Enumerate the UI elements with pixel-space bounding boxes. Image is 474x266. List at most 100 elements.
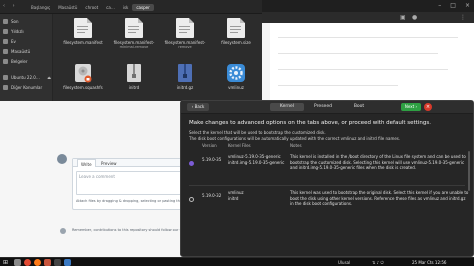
sidebar-item-label: Yıldızlı bbox=[11, 28, 24, 34]
tab-write[interactable]: Write bbox=[77, 159, 96, 167]
kernel-row[interactable]: 5.19.0-35 vmlinuz-5.19.0-35-generic init… bbox=[189, 151, 469, 184]
plus-icon bbox=[3, 84, 8, 90]
sidebar-item-home[interactable]: Ev bbox=[3, 37, 51, 45]
file-item[interactable]: filesystem.size bbox=[214, 18, 258, 45]
system-tray[interactable]: ⇅ ♪ ⏻ bbox=[372, 260, 384, 265]
file-item[interactable]: vmlinuz bbox=[214, 63, 258, 90]
chrome-icon[interactable] bbox=[24, 259, 31, 266]
home-icon bbox=[3, 38, 8, 44]
avatar bbox=[57, 154, 67, 164]
breadcrumb-casper[interactable]: casper bbox=[132, 3, 154, 11]
volume-icon[interactable]: ♪ bbox=[377, 260, 380, 265]
file-item[interactable]: initrd bbox=[112, 63, 156, 90]
kernel-version: 5.19.0-32 bbox=[202, 193, 222, 198]
next-button[interactable]: Next › bbox=[401, 103, 421, 111]
breadcrumb-ca[interactable]: ca… bbox=[102, 5, 119, 10]
window-controls: – □ × bbox=[438, 2, 470, 9]
firefox-icon[interactable] bbox=[34, 259, 41, 266]
extensions-icon[interactable]: ▣ bbox=[400, 14, 406, 21]
sidebar-item-label: Diğer Konumlar bbox=[11, 84, 43, 90]
dialog-instruction-2: The disk boot configurations will be aut… bbox=[189, 136, 401, 141]
breadcrumb-isk[interactable]: isk bbox=[119, 5, 133, 10]
menu-icon[interactable]: ⋮ bbox=[460, 14, 466, 21]
kernel-radio-selected[interactable] bbox=[189, 161, 194, 166]
back-icon[interactable]: ‹ bbox=[3, 3, 5, 9]
sidebar-item-ubuntu-disk[interactable]: Ubuntu 22.0… ⏏ bbox=[3, 73, 51, 81]
breadcrumb-chroot[interactable]: chroot bbox=[81, 5, 102, 10]
network-icon[interactable]: ⇅ bbox=[372, 260, 375, 265]
scrollbar[interactable] bbox=[468, 151, 470, 191]
dialog-header-bar: ‹ Back Kernel Preseed Boot Next › × bbox=[181, 101, 473, 114]
sidebar-item-starred[interactable]: Yıldızlı bbox=[3, 27, 51, 35]
text-file-icon bbox=[176, 18, 194, 38]
disc-icon bbox=[3, 74, 8, 80]
forward-icon[interactable]: › bbox=[13, 3, 15, 9]
files-icon[interactable] bbox=[14, 259, 21, 266]
sidebar-item-label: Belgeler bbox=[11, 58, 28, 64]
sidebar-item-desktop[interactable]: Masaüstü bbox=[3, 47, 51, 55]
breadcrumb-desktop[interactable]: Masaüstü bbox=[54, 5, 81, 10]
file-name: initrd bbox=[128, 85, 140, 90]
desktop-icon bbox=[3, 48, 8, 54]
file-manager-header: ‹ › Başlangıç Masaüstü chroot ca… isk ca… bbox=[0, 0, 262, 14]
sidebar-item-label: Son bbox=[11, 18, 19, 24]
sidebar-item-other-locations[interactable]: Diğer Konumlar bbox=[3, 83, 51, 91]
tab-preview[interactable]: Preview bbox=[101, 161, 117, 166]
breadcrumb: Başlangıç Masaüstü chroot ca… isk casper bbox=[27, 3, 154, 11]
app-icon[interactable] bbox=[44, 259, 51, 266]
sidebar-item-documents[interactable]: Belgeler bbox=[3, 57, 51, 65]
minimize-icon[interactable]: – bbox=[438, 2, 441, 9]
maximize-icon[interactable]: □ bbox=[450, 2, 456, 9]
attach-hint[interactable]: Attach files by dragging & dropping, sel… bbox=[76, 199, 187, 203]
dialog-heading: Make changes to advanced options on the … bbox=[189, 120, 431, 126]
tab-boot[interactable]: Boot bbox=[342, 103, 376, 111]
initrd-file: initrd.img-5.19.0-35-generic bbox=[228, 160, 285, 165]
start-menu-icon[interactable]: ⊞ bbox=[3, 259, 8, 266]
file-name: filesystem.size bbox=[221, 40, 251, 45]
tab-kernel[interactable]: Kernel bbox=[270, 103, 304, 111]
gz-archive-icon bbox=[177, 63, 193, 83]
terminal-icon[interactable] bbox=[54, 259, 61, 266]
row-divider bbox=[189, 185, 465, 186]
comment-editor: Write Preview Leave a comment Attach fil… bbox=[72, 158, 190, 210]
file-item[interactable]: filesystem.manifest- minimal-remove bbox=[112, 18, 156, 49]
file-name: filesystem.squashfs bbox=[63, 85, 103, 90]
file-item[interactable]: initrd.gz bbox=[163, 63, 207, 90]
close-icon[interactable]: × bbox=[424, 103, 432, 111]
comment-textarea[interactable]: Leave a comment bbox=[76, 171, 186, 195]
file-name-cont: remove bbox=[178, 45, 192, 49]
file-item[interactable]: filesystem.squashfs bbox=[61, 63, 105, 90]
kernel-version: 5.19.0-35 bbox=[202, 157, 222, 162]
squashfs-file-icon bbox=[74, 63, 92, 83]
tab-preseed[interactable]: Preseed bbox=[306, 103, 340, 111]
back-button[interactable]: ‹ Back bbox=[187, 103, 209, 111]
breadcrumb-home[interactable]: Başlangıç bbox=[27, 5, 54, 10]
file-name: initrd.gz bbox=[176, 85, 194, 90]
file-name: vmlinuz bbox=[228, 85, 244, 90]
kernel-notes: This kernel is installed in the /boot di… bbox=[290, 154, 466, 170]
document-icon bbox=[3, 58, 8, 64]
star-icon bbox=[3, 28, 8, 34]
kernel-row[interactable]: 5.19.0-32 vmlinuz initrd This kernel was… bbox=[189, 187, 469, 220]
file-item[interactable]: filesystem.manifest bbox=[61, 18, 105, 45]
customization-dialog: ‹ Back Kernel Preseed Boot Next › × Make… bbox=[180, 100, 474, 257]
sidebar-item-label: Ubuntu 22.0… bbox=[11, 74, 40, 80]
github-page bbox=[270, 23, 474, 100]
dialog-instruction: Select the kernel that will be used to b… bbox=[189, 130, 326, 135]
close-icon[interactable]: × bbox=[465, 2, 470, 9]
sidebar-item-recent[interactable]: Son bbox=[3, 17, 51, 25]
kernel-radio[interactable] bbox=[189, 197, 194, 202]
column-notes: Notes bbox=[290, 143, 302, 148]
nav-buttons: ‹ › bbox=[3, 3, 15, 9]
eject-icon[interactable]: ⏏ bbox=[47, 75, 51, 80]
profile-icon[interactable]: ● bbox=[412, 14, 417, 21]
file-item[interactable]: filesystem.manifest- remove bbox=[163, 18, 207, 49]
kernel-table-header: Version Kernel Files Notes bbox=[189, 143, 469, 149]
archive-file-icon bbox=[126, 63, 142, 83]
power-icon[interactable]: ⏻ bbox=[380, 260, 383, 265]
clock[interactable]: 25 Mar Cts 12:56 bbox=[412, 260, 446, 265]
editor-icon[interactable] bbox=[64, 259, 71, 266]
keyboard-layout[interactable]: Ulusal bbox=[338, 260, 350, 265]
sidebar-item-label: Ev bbox=[11, 38, 16, 44]
kernel-file: vmlinuz-5.19.0-35-generic bbox=[228, 154, 281, 159]
